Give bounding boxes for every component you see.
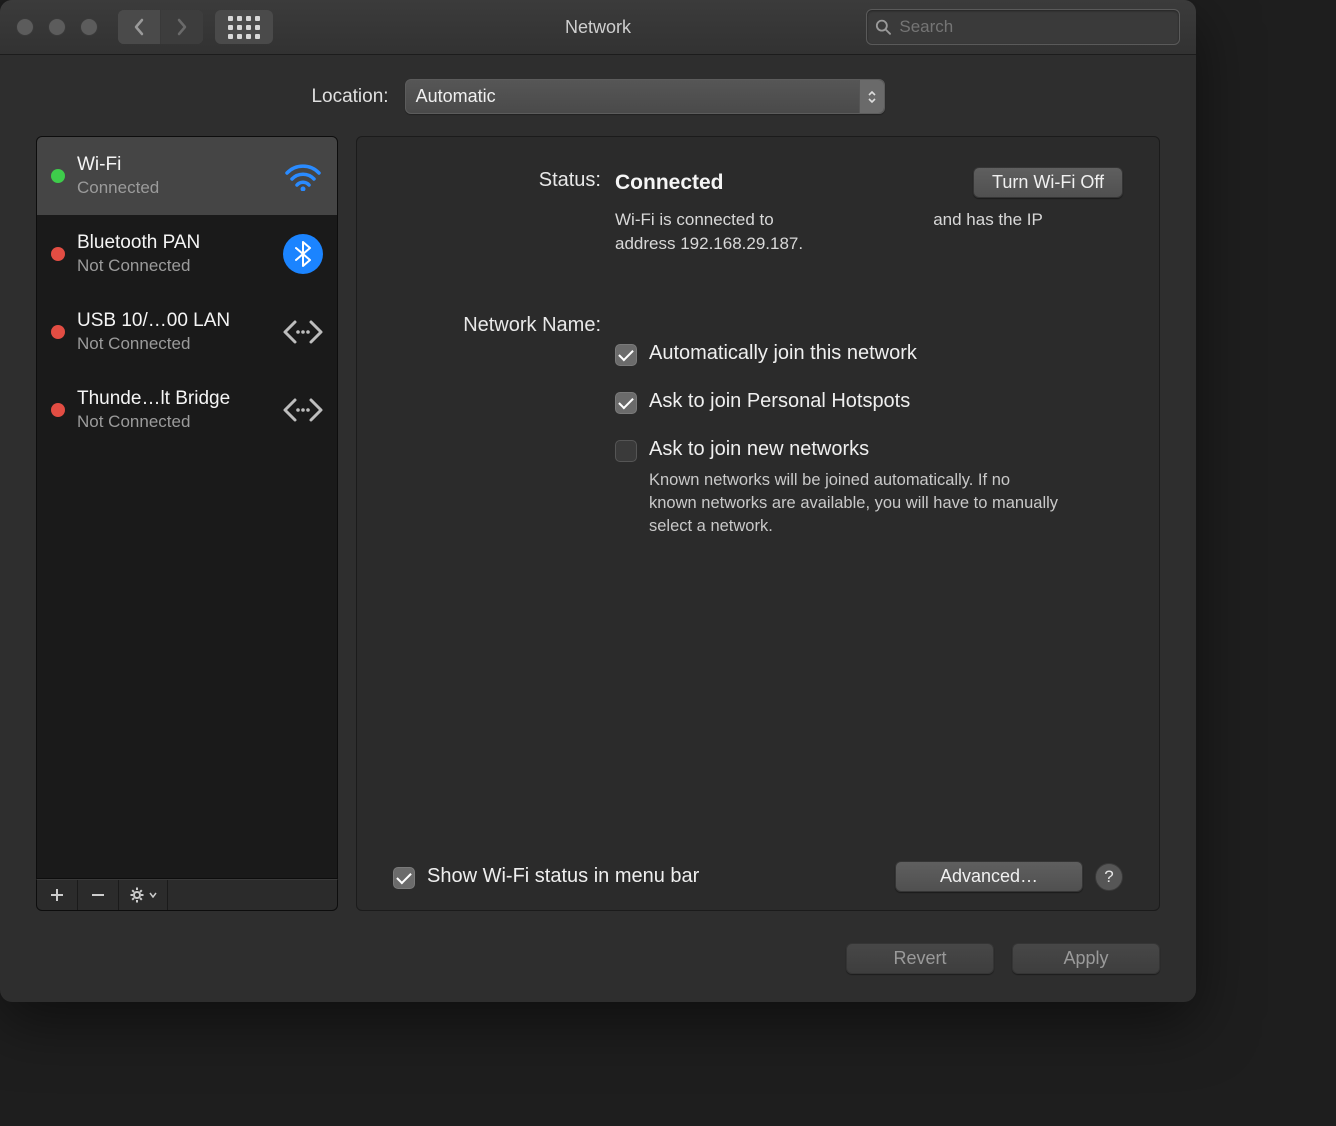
status-value: Connected bbox=[615, 171, 973, 195]
check-description: Known networks will be joined automatica… bbox=[649, 469, 1059, 538]
ethernet-icon bbox=[281, 316, 325, 348]
sidebar-actions bbox=[36, 879, 338, 911]
checkbox[interactable] bbox=[615, 440, 637, 462]
status-dot-icon bbox=[51, 169, 65, 183]
remove-interface-button[interactable] bbox=[78, 880, 119, 910]
interface-status: Not Connected bbox=[77, 334, 281, 354]
plus-icon bbox=[49, 887, 65, 903]
checkbox[interactable] bbox=[615, 392, 637, 414]
chevron-down-icon bbox=[149, 892, 157, 898]
checkbox[interactable] bbox=[615, 344, 637, 366]
interface-status: Connected bbox=[77, 178, 281, 198]
location-stepper-icon bbox=[859, 80, 884, 113]
search-field[interactable] bbox=[866, 9, 1180, 45]
sidebar-wrap: Wi-Fi Connected bbox=[36, 136, 338, 911]
apply-button[interactable]: Apply bbox=[1012, 943, 1160, 974]
checkbox[interactable] bbox=[393, 867, 415, 889]
main-area: Wi-Fi Connected bbox=[0, 136, 1196, 925]
status-dot-icon bbox=[51, 325, 65, 339]
status-dot-icon bbox=[51, 403, 65, 417]
check-ask-new-networks[interactable]: Ask to join new networks Known networks … bbox=[615, 438, 1123, 538]
location-label: Location: bbox=[311, 86, 388, 108]
back-button[interactable] bbox=[118, 10, 161, 44]
nav-buttons bbox=[118, 10, 203, 44]
traffic-lights bbox=[16, 18, 98, 36]
interface-name: USB 10/…00 LAN bbox=[77, 310, 281, 332]
menubar-status-check[interactable]: Show Wi-Fi status in menu bar bbox=[393, 865, 699, 889]
wifi-toggle-button[interactable]: Turn Wi-Fi Off bbox=[973, 167, 1123, 198]
search-input[interactable] bbox=[897, 16, 1171, 38]
network-preferences-window: Network Location: Automatic Wi-Fi Conne bbox=[0, 0, 1196, 1002]
help-button[interactable]: ? bbox=[1095, 863, 1123, 891]
footer: Revert Apply bbox=[0, 925, 1196, 1002]
status-row: Status: Connected Turn Wi-Fi Off Wi-Fi i… bbox=[393, 167, 1123, 256]
status-description: Wi-Fi is connected to and has the IP add… bbox=[615, 208, 1045, 256]
network-name-row: Network Name: Automatically join this ne… bbox=[393, 312, 1123, 538]
network-name-label: Network Name: bbox=[393, 312, 615, 337]
advanced-button[interactable]: Advanced… bbox=[895, 861, 1083, 892]
interface-actions-menu[interactable] bbox=[119, 880, 168, 910]
location-row: Location: Automatic bbox=[0, 55, 1196, 136]
close-window-button[interactable] bbox=[16, 18, 34, 36]
check-ask-hotspots[interactable]: Ask to join Personal Hotspots bbox=[615, 390, 1123, 414]
ethernet-icon bbox=[281, 394, 325, 426]
interface-name: Thunde…lt Bridge bbox=[77, 388, 281, 410]
forward-button[interactable] bbox=[161, 10, 203, 44]
location-select[interactable]: Automatic bbox=[405, 79, 885, 114]
show-all-button[interactable] bbox=[215, 10, 273, 44]
add-interface-button[interactable] bbox=[37, 880, 78, 910]
wifi-icon bbox=[281, 161, 325, 191]
revert-button[interactable]: Revert bbox=[846, 943, 994, 974]
check-label: Show Wi-Fi status in menu bar bbox=[427, 865, 699, 888]
minus-icon bbox=[90, 887, 106, 903]
check-label: Ask to join new networks bbox=[649, 438, 1059, 461]
location-value: Automatic bbox=[416, 86, 496, 107]
sidebar-item-bluetooth-pan[interactable]: Bluetooth PAN Not Connected bbox=[37, 215, 337, 293]
sidebar-item-wifi[interactable]: Wi-Fi Connected bbox=[37, 137, 337, 215]
sidebar-item-usb-lan[interactable]: USB 10/…00 LAN Not Connected bbox=[37, 293, 337, 371]
search-icon bbox=[875, 18, 891, 36]
interface-name: Wi-Fi bbox=[77, 154, 281, 176]
grid-icon bbox=[228, 16, 260, 39]
titlebar: Network bbox=[0, 0, 1196, 55]
detail-bottom-row: Show Wi-Fi status in menu bar Advanced… … bbox=[393, 841, 1123, 892]
check-label: Ask to join Personal Hotspots bbox=[649, 390, 910, 413]
sidebar-item-thunderbolt-bridge[interactable]: Thunde…lt Bridge Not Connected bbox=[37, 371, 337, 449]
check-label: Automatically join this network bbox=[649, 342, 917, 365]
minimize-window-button[interactable] bbox=[48, 18, 66, 36]
gear-icon bbox=[129, 886, 147, 904]
interface-list: Wi-Fi Connected bbox=[36, 136, 338, 879]
status-dot-icon bbox=[51, 247, 65, 261]
zoom-window-button[interactable] bbox=[80, 18, 98, 36]
detail-panel: Status: Connected Turn Wi-Fi Off Wi-Fi i… bbox=[356, 136, 1160, 911]
check-auto-join[interactable]: Automatically join this network bbox=[615, 342, 1123, 366]
bluetooth-icon bbox=[281, 234, 325, 274]
status-label: Status: bbox=[393, 167, 615, 192]
interface-status: Not Connected bbox=[77, 256, 281, 276]
interface-status: Not Connected bbox=[77, 412, 281, 432]
interface-name: Bluetooth PAN bbox=[77, 232, 281, 254]
